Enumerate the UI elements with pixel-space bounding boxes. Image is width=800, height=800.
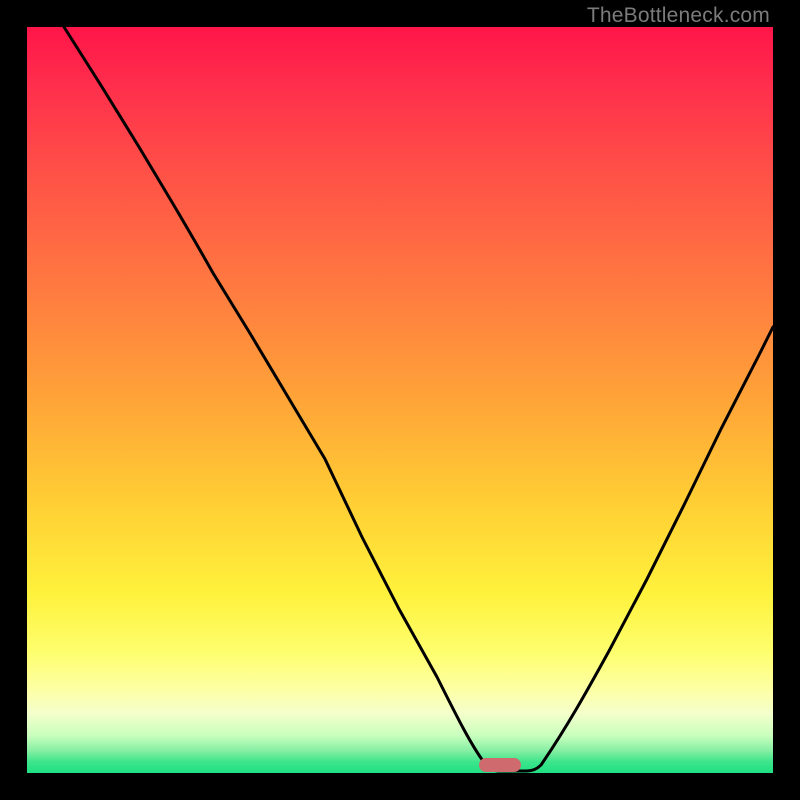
watermark-text: TheBottleneck.com <box>587 4 770 28</box>
chart-frame: TheBottleneck.com <box>0 0 800 800</box>
bottleneck-curve <box>27 27 773 773</box>
curve-path <box>64 27 773 771</box>
optimal-marker <box>479 758 521 772</box>
